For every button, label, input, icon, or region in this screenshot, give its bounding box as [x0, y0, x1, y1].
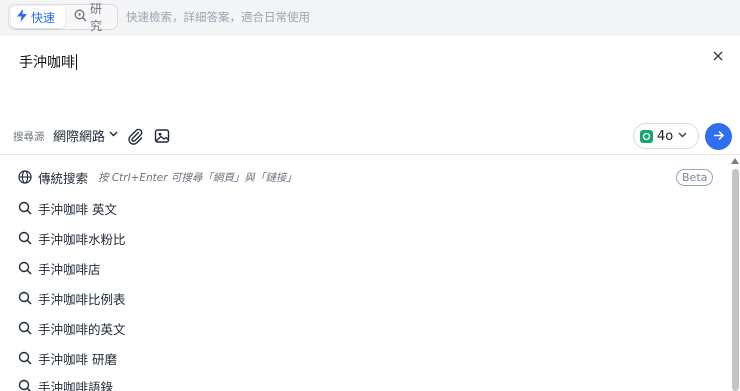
suggestion-text: 手沖咖啡水粉比	[38, 231, 126, 247]
suggestion-text: 手沖咖啡比例表	[38, 291, 126, 307]
text-caret	[76, 54, 77, 70]
source-label: 搜尋源	[13, 131, 45, 143]
paperclip-icon	[126, 128, 144, 149]
suggestion-item[interactable]: 手沖咖啡語錄	[18, 376, 113, 391]
search-icon	[18, 261, 32, 275]
suggestion-item[interactable]: 手沖咖啡水粉比	[18, 228, 126, 248]
send-button[interactable]	[705, 123, 732, 150]
mode-toggle: 快速 研究	[8, 2, 118, 33]
suggestion-text: 手沖咖啡的英文	[38, 321, 126, 337]
search-icon	[18, 201, 32, 215]
scrollbar[interactable]	[731, 155, 740, 391]
close-icon	[710, 49, 726, 68]
mode-quick-label: 快速	[31, 10, 56, 25]
top-bar: 快速 研究 快速檢索，詳細答案，適合日常使用	[0, 0, 740, 36]
traditional-search-item[interactable]: 傳統搜索 按 Ctrl+Enter 可搜尋「網頁」與「鏈接」	[18, 167, 297, 187]
mode-research-label: 研究	[90, 2, 103, 33]
model-name: 4o	[657, 128, 674, 144]
mode-research-button[interactable]: 研究	[69, 2, 117, 33]
search-icon	[18, 321, 32, 335]
traditional-search-hint: 按 Ctrl+Enter 可搜尋「網頁」與「鏈接」	[98, 171, 297, 184]
model-select[interactable]: 4o	[633, 123, 699, 149]
lightning-icon	[16, 9, 28, 25]
search-input-value: 手沖咖啡	[19, 55, 75, 71]
search-input[interactable]: 手沖咖啡	[19, 52, 77, 72]
suggestion-text: 手沖咖啡 研磨	[38, 351, 117, 367]
mode-quick-button[interactable]: 快速	[11, 6, 65, 28]
suggestion-item[interactable]: 手沖咖啡 英文	[18, 198, 117, 218]
search-icon	[18, 351, 32, 365]
mode-hint: 快速檢索，詳細答案，適合日常使用	[126, 10, 310, 24]
scroll-up-arrow-icon[interactable]	[731, 158, 739, 164]
chevron-down-icon	[677, 129, 688, 144]
search-icon	[18, 379, 32, 391]
traditional-search-label: 傳統搜索	[38, 170, 89, 186]
image-icon	[153, 129, 171, 149]
suggestion-text: 手沖咖啡店	[38, 261, 101, 277]
suggestion-text: 手沖咖啡語錄	[38, 379, 114, 391]
search-icon	[18, 231, 32, 245]
model-logo-icon	[640, 129, 653, 143]
scrollbar-thumb[interactable]	[732, 169, 739, 391]
source-selected: 網際網路	[53, 129, 106, 145]
suggestion-item[interactable]: 手沖咖啡 研磨	[18, 348, 117, 368]
upload-image-button[interactable]	[153, 127, 171, 145]
arrow-right-icon	[712, 127, 725, 146]
attach-file-button[interactable]	[126, 127, 144, 145]
beta-badge: Beta	[676, 169, 714, 186]
suggestion-text: 手沖咖啡 英文	[38, 201, 117, 217]
globe-icon	[18, 170, 32, 184]
suggestion-item[interactable]: 手沖咖啡的英文	[18, 318, 126, 338]
suggestion-item[interactable]: 手沖咖啡店	[18, 258, 101, 278]
close-button[interactable]	[710, 48, 726, 64]
divider	[0, 154, 740, 155]
search-icon	[18, 291, 32, 305]
source-select[interactable]: 網際網路	[53, 126, 119, 145]
research-search-icon	[74, 9, 87, 25]
suggestion-item[interactable]: 手沖咖啡比例表	[18, 288, 126, 308]
chevron-down-icon	[108, 128, 119, 143]
